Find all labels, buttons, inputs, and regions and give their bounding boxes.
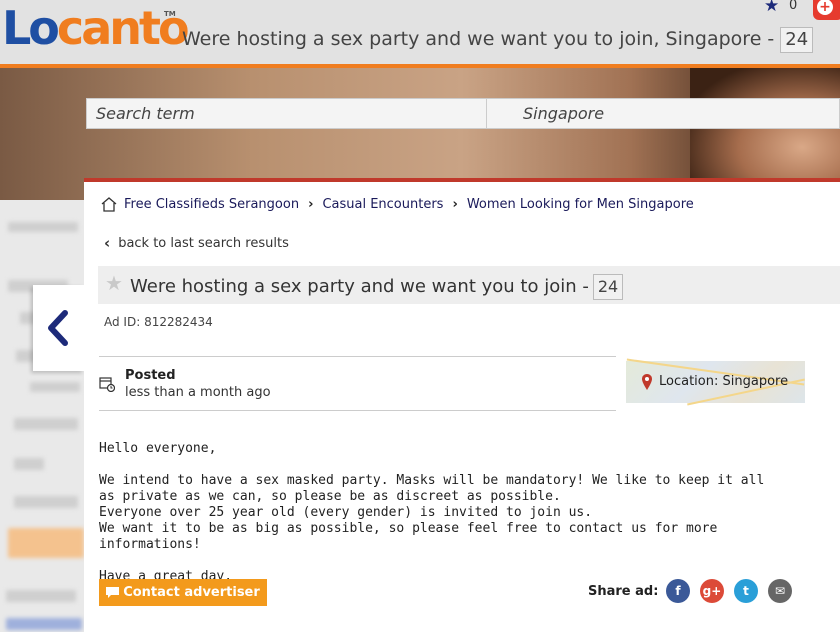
calendar-clock-icon <box>99 377 115 392</box>
ad-title-text: Were hosting a sex party and we want you… <box>130 276 589 297</box>
description-line: Hello everyone, <box>99 441 217 456</box>
chevron-right-icon: › <box>308 196 314 212</box>
posted-info: Posted less than a month ago <box>99 356 616 411</box>
plus-icon: + <box>817 0 833 15</box>
twitter-icon[interactable]: t <box>734 579 758 603</box>
ad-description: Hello everyone, We intend to have a sex … <box>99 441 799 585</box>
breadcrumb-item-3[interactable]: Women Looking for Men Singapore <box>467 197 694 212</box>
ad-title: Were hosting a sex party and we want you… <box>130 274 624 300</box>
logo-part-lo: Lo <box>2 1 60 55</box>
description-line: as private as we can, so please be as di… <box>99 489 561 504</box>
breadcrumb-item-2[interactable]: Casual Encounters <box>322 197 443 212</box>
description-line: We intend to have a sex masked party. Ma… <box>99 473 765 488</box>
logo-trademark: TM <box>164 10 176 18</box>
search-bar: Search term Singapore <box>86 98 840 129</box>
breadcrumb: Free Classifieds Serangoon › Casual Enco… <box>100 196 694 212</box>
chevron-right-icon: › <box>452 196 458 212</box>
ad-panel: Free Classifieds Serangoon › Casual Enco… <box>84 178 840 632</box>
location-input[interactable]: Singapore <box>523 104 604 123</box>
back-to-results-link[interactable]: ‹ back to last search results <box>104 234 289 252</box>
breadcrumb-item-1[interactable]: Free Classifieds Serangoon <box>124 197 299 212</box>
description-line: We want it to be as big as possible, so … <box>99 521 718 552</box>
contact-label: Contact advertiser <box>123 585 260 600</box>
chevron-left-icon: ‹ <box>104 234 111 252</box>
ad-title-count: 24 <box>592 274 624 300</box>
chevron-left-icon <box>48 310 68 346</box>
share-label: Share ad: <box>588 584 659 599</box>
favorites-star-icon[interactable]: ★ <box>764 0 779 16</box>
blurred-sidebar <box>0 200 84 632</box>
posted-label: Posted <box>125 368 176 383</box>
map-pin-icon <box>642 374 652 390</box>
ad-id: Ad ID: 812282434 <box>104 315 213 329</box>
message-icon <box>106 587 120 598</box>
home-icon[interactable] <box>100 196 118 212</box>
search-input[interactable]: Search term <box>87 99 487 128</box>
page-title: Were hosting a sex party and we want you… <box>182 27 814 53</box>
facebook-icon[interactable]: f <box>666 579 690 603</box>
post-ad-button[interactable]: + <box>813 0 840 20</box>
top-header: Locanto TM Were hosting a sex party and … <box>0 0 840 64</box>
previous-ad-button[interactable] <box>33 285 84 371</box>
description-line: Everyone over 25 year old (every gender)… <box>99 505 593 520</box>
location-map[interactable]: Location: Singapore <box>626 358 805 406</box>
contact-advertiser-button[interactable]: Contact advertiser <box>99 579 267 606</box>
location-label: Location: Singapore <box>659 374 789 389</box>
email-icon[interactable]: ✉ <box>768 579 792 603</box>
back-link-label: back to last search results <box>118 235 289 251</box>
posted-value: less than a month ago <box>125 385 271 400</box>
favorite-star-icon[interactable]: ★ <box>105 271 123 295</box>
google-plus-icon[interactable]: g+ <box>700 579 724 603</box>
page-title-count: 24 <box>780 27 814 53</box>
favorites-count: 0 <box>789 0 798 13</box>
locanto-logo[interactable]: Locanto TM <box>2 1 190 55</box>
page-title-text: Were hosting a sex party and we want you… <box>182 28 775 50</box>
ad-title-bar: ★ Were hosting a sex party and we want y… <box>98 266 840 304</box>
